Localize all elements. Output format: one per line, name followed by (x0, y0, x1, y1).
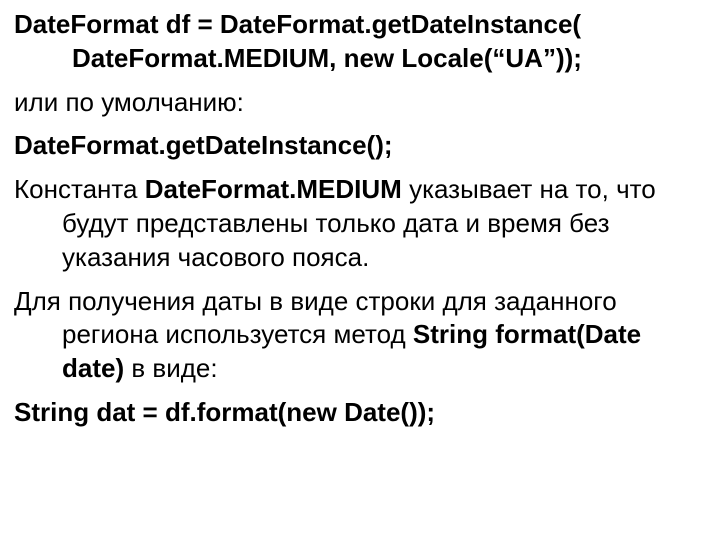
text-const-explain: Константа DateFormat.MEDIUM указывает на… (14, 173, 706, 274)
text-const-bold: DateFormat.MEDIUM (145, 174, 402, 204)
code-line-3: String dat = df.format(new Date()); (14, 396, 706, 430)
slide: DateFormat df = DateFormat.getDateInstan… (0, 0, 720, 540)
code-line-2: DateFormat.getDateInstance(); (14, 129, 706, 163)
text-const-prefix: Константа (14, 174, 145, 204)
text-or-default: или по умолчанию: (14, 86, 706, 120)
code-line-1-cont: DateFormat.MEDIUM, new Locale(“UA”)); (14, 42, 706, 76)
code-line-1: DateFormat df = DateFormat.getDateInstan… (14, 8, 706, 42)
text-format-suffix: в виде: (124, 353, 217, 383)
text-format-explain: Для получения даты в виде строки для зад… (14, 285, 706, 386)
